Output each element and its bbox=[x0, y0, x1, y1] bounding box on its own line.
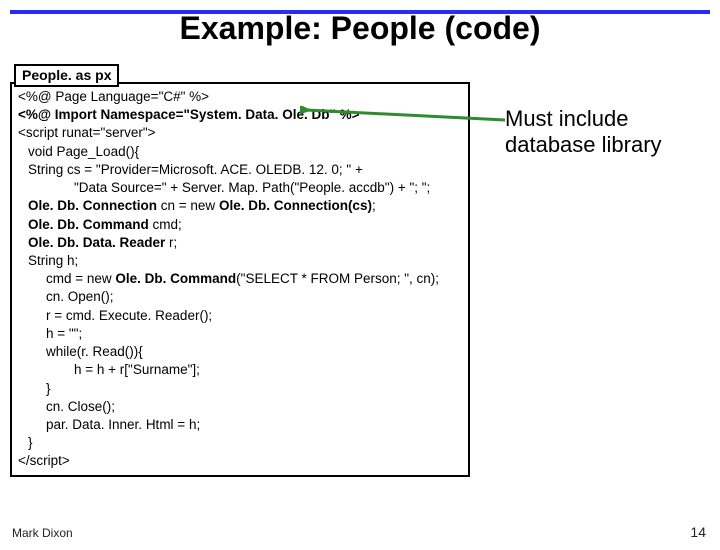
code-line: String h; bbox=[18, 252, 462, 270]
code-line: String cs = "Provider=Microsoft. ACE. OL… bbox=[18, 161, 462, 179]
page-number: 14 bbox=[690, 524, 706, 540]
code-line: par. Data. Inner. Html = h; bbox=[18, 416, 462, 434]
code-line: "Data Source=" + Server. Map. Path("Peop… bbox=[18, 179, 462, 197]
code-line: Ole. Db. Data. Reader r; bbox=[18, 234, 462, 252]
code-line: cn. Close(); bbox=[18, 398, 462, 416]
code-line: h = ""; bbox=[18, 325, 462, 343]
slide-title: Example: People (code) bbox=[0, 10, 720, 47]
code-line: h = h + r["Surname"]; bbox=[18, 361, 462, 379]
code-line: } bbox=[18, 434, 462, 452]
code-line: Ole. Db. Command cmd; bbox=[18, 216, 462, 234]
code-line: void Page_Load(){ bbox=[18, 143, 462, 161]
code-line-import: <%@ Import Namespace="System. Data. Ole.… bbox=[18, 106, 462, 124]
file-label: People. as px bbox=[14, 64, 119, 87]
code-line: cmd = new Ole. Db. Command("SELECT * FRO… bbox=[18, 270, 462, 288]
callout-text: Must include database library bbox=[505, 106, 662, 159]
code-line: Ole. Db. Connection cn = new Ole. Db. Co… bbox=[18, 197, 462, 215]
code-line: <%@ Page Language="C#" %> bbox=[18, 88, 462, 106]
code-line: while(r. Read()){ bbox=[18, 343, 462, 361]
code-line: </script> bbox=[18, 452, 462, 470]
code-line: r = cmd. Execute. Reader(); bbox=[18, 307, 462, 325]
footer-author: Mark Dixon bbox=[12, 526, 73, 540]
callout-line: Must include bbox=[505, 106, 662, 132]
code-box: <%@ Page Language="C#" %> <%@ Import Nam… bbox=[10, 82, 470, 477]
code-line: cn. Open(); bbox=[18, 288, 462, 306]
code-line: <script runat="server"> bbox=[18, 124, 462, 142]
top-accent-bar bbox=[10, 10, 710, 14]
code-line: } bbox=[18, 380, 462, 398]
callout-line: database library bbox=[505, 132, 662, 158]
